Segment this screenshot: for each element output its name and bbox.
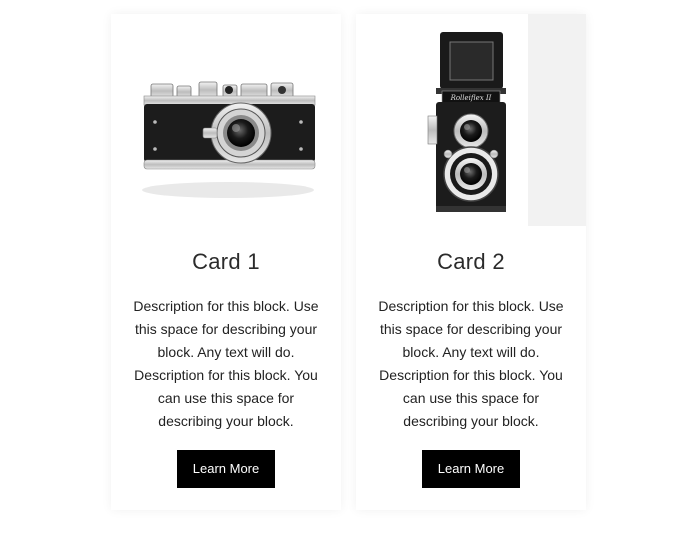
card-2-description: Description for this block. Use this spa… — [378, 298, 564, 429]
svg-text:Rolleiflex II: Rolleiflex II — [450, 94, 492, 102]
card-1: Card 1 Description for this block. Use t… — [111, 14, 341, 510]
card-2: Rolleiflex II Card 2 Description for thi… — [356, 14, 586, 510]
rangefinder-camera-icon — [142, 81, 316, 198]
card-1-image — [111, 14, 341, 226]
twin-lens-reflex-camera-icon: Rolleiflex II — [427, 14, 586, 226]
page: Card 1 Description for this block. Use t… — [0, 0, 700, 551]
card-2-image: Rolleiflex II — [356, 14, 586, 226]
card-2-learn-more-button[interactable]: Learn More — [422, 450, 520, 488]
card-1-learn-more-button[interactable]: Learn More — [177, 450, 275, 488]
card-1-title: Card 1 — [192, 249, 260, 274]
card-2-title: Card 2 — [437, 249, 505, 274]
card-1-description: Description for this block. Use this spa… — [133, 298, 319, 429]
